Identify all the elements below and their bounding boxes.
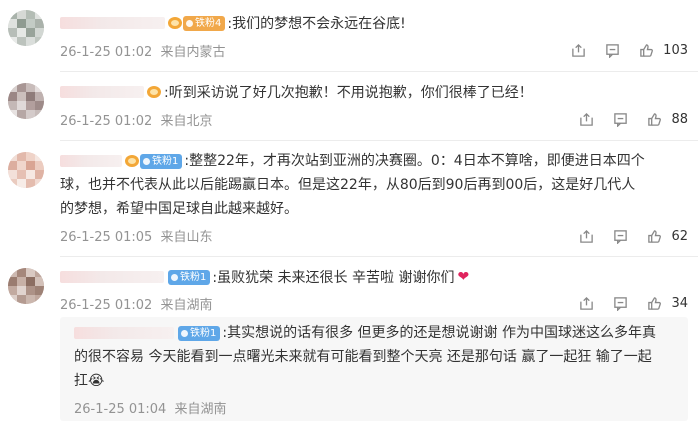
- comment-item: 铁粉4 :我们的梦想不会永远在谷底! 26-1-25 01:02 来自内蒙古 1…: [0, 0, 698, 72]
- share-button[interactable]: [561, 40, 595, 60]
- username[interactable]: [60, 155, 122, 167]
- avatar[interactable]: [8, 83, 44, 119]
- comment-location: 来自山东: [160, 230, 213, 245]
- comment-text: 铁粉1 :整整22年，才再次站到亚洲的决赛圈。0：4日本不算啥，即便进日本四个 …: [60, 153, 645, 217]
- comment-item: 铁粉1 :整整22年，才再次站到亚洲的决赛圈。0：4日本不算啥，即便进日本四个 …: [0, 142, 698, 257]
- share-icon: [571, 43, 585, 57]
- thumbs-up-icon: [648, 296, 661, 310]
- comment-icon: [614, 296, 627, 311]
- divider: [60, 140, 698, 141]
- comment-location: 来自内蒙古: [160, 45, 226, 60]
- comment-date: 26-1-25 01:05: [60, 230, 153, 245]
- medal-icon: [146, 84, 162, 100]
- share-icon: [580, 296, 593, 310]
- share-button[interactable]: [569, 226, 603, 246]
- comment-date: 26-1-25 01:02: [60, 298, 153, 313]
- comment-item: 铁粉1 :虽败犹荣 未来还很长 辛苦啦 谢谢你们 ❤ 26-1-25 01:02…: [0, 257, 698, 425]
- reply-button[interactable]: [603, 109, 637, 129]
- fan-badge[interactable]: 铁粉1: [140, 153, 183, 169]
- like-count: 34: [671, 295, 688, 311]
- avatar[interactable]: [8, 10, 44, 46]
- comment-icon: [605, 43, 619, 58]
- reply-location: 来自湖南: [174, 402, 227, 417]
- reply-button[interactable]: [603, 293, 637, 313]
- share-icon: [580, 112, 593, 126]
- comment-date: 26-1-25 01:02: [60, 45, 153, 60]
- medal-icon: [167, 15, 183, 31]
- username[interactable]: [74, 327, 174, 339]
- like-button[interactable]: [637, 226, 671, 246]
- fan-badge[interactable]: 铁粉1: [168, 269, 211, 285]
- fan-badge[interactable]: 铁粉1: [178, 325, 221, 341]
- fan-badge[interactable]: 铁粉4: [183, 15, 226, 31]
- comment-meta: 26-1-25 01:05 来自山东: [60, 226, 213, 245]
- thumbs-up-icon: [648, 112, 661, 126]
- like-button[interactable]: [637, 293, 671, 313]
- username[interactable]: [60, 17, 165, 29]
- reply-text: 铁粉1 :其实想说的话有很多 但更多的还是想说谢谢 作为中国球迷这么多年真 的很…: [74, 325, 656, 389]
- comment-item: :听到采访说了好几次抱歉！不用说抱歉，你们很棒了已经！ 26-1-25 01:0…: [0, 72, 698, 144]
- comment-date: 26-1-25 01:02: [60, 114, 153, 129]
- heart-emoji: ❤: [457, 269, 470, 285]
- reply-meta: 26-1-25 01:04 来自湖南: [74, 398, 227, 417]
- reply-button[interactable]: [595, 40, 629, 60]
- share-button[interactable]: [569, 109, 603, 129]
- comment-location: 来自湖南: [160, 298, 213, 313]
- avatar[interactable]: [8, 268, 44, 304]
- like-count: 62: [671, 228, 688, 244]
- like-count: 88: [671, 111, 688, 127]
- thumbs-up-icon: [639, 43, 653, 57]
- avatar[interactable]: [8, 152, 44, 188]
- thumbs-up-icon: [648, 229, 661, 243]
- comment-meta: 26-1-25 01:02 来自北京: [60, 110, 213, 129]
- comment-text: :我们的梦想不会永远在谷底!: [227, 16, 406, 32]
- comment-icon: [614, 229, 627, 244]
- like-button[interactable]: [637, 109, 671, 129]
- comment-text: :虽败犹荣 未来还很长 辛苦啦 谢谢你们: [212, 270, 455, 286]
- comment-icon: [614, 112, 627, 127]
- username[interactable]: [60, 271, 164, 283]
- reply-item: 铁粉1 :其实想说的话有很多 但更多的还是想说谢谢 作为中国球迷这么多年真 的很…: [60, 317, 688, 421]
- share-icon: [580, 229, 593, 243]
- like-button[interactable]: [629, 40, 663, 60]
- reply-button[interactable]: [603, 226, 637, 246]
- medal-icon: [124, 153, 140, 169]
- comment-meta: 26-1-25 01:02 来自内蒙古: [60, 41, 226, 60]
- like-count: 103: [663, 42, 688, 58]
- username[interactable]: [60, 86, 144, 98]
- share-button[interactable]: [569, 293, 603, 313]
- reply-date: 26-1-25 01:04: [74, 402, 167, 417]
- comment-location: 来自北京: [160, 114, 213, 129]
- comment-text: :听到采访说了好几次抱歉！不用说抱歉，你们很棒了已经！: [164, 85, 533, 101]
- comment-meta: 26-1-25 01:02 来自湖南: [60, 294, 213, 313]
